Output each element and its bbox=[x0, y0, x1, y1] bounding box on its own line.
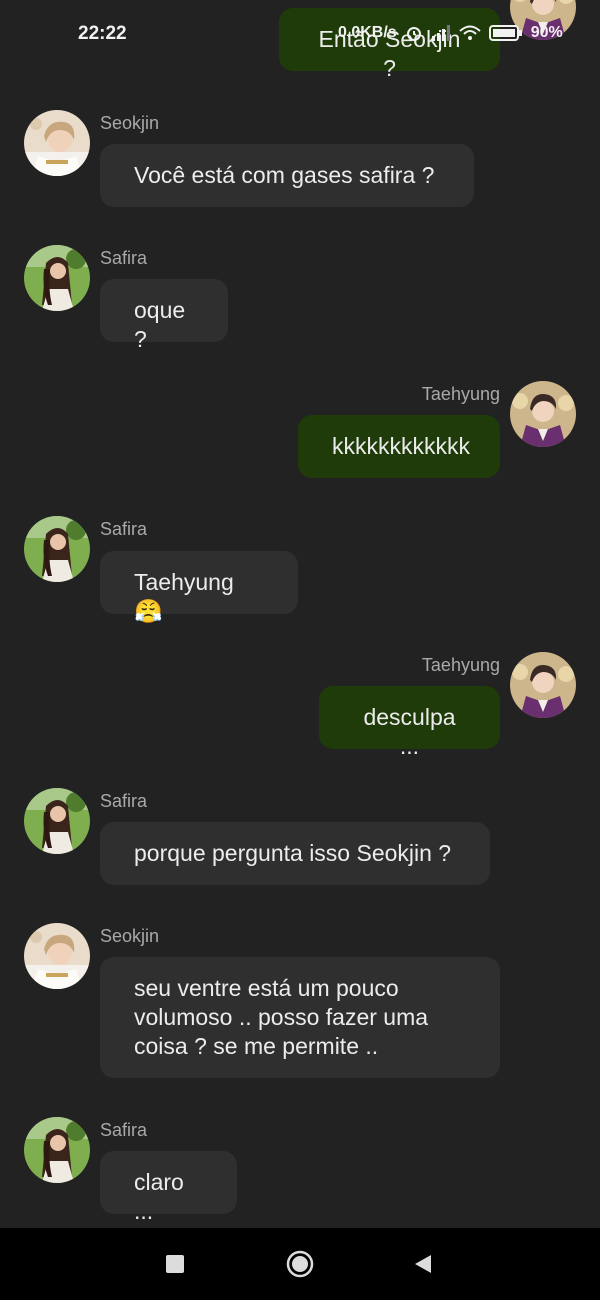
sender-name: Taehyung bbox=[421, 655, 500, 675]
message-text: kkkkkkkkkkkk bbox=[332, 433, 470, 459]
safira-avatar bbox=[24, 1117, 90, 1183]
battery-percent: 90% bbox=[530, 24, 563, 41]
avatar[interactable] bbox=[24, 923, 90, 989]
sender-name: Safira bbox=[100, 248, 148, 268]
status-time: 22:22 bbox=[78, 23, 127, 44]
message-text: claro ... bbox=[134, 1169, 184, 1224]
message-bubble[interactable]: seu ventre está um pouco volumoso .. pos… bbox=[100, 957, 500, 1078]
sender-name: Seokjin bbox=[100, 926, 160, 946]
avatar[interactable] bbox=[510, 381, 576, 447]
message-text: Você está com gases safira ? bbox=[134, 162, 435, 188]
safira-avatar bbox=[24, 788, 90, 854]
seokjin-avatar bbox=[24, 923, 90, 989]
wifi-icon bbox=[459, 25, 481, 41]
avatar[interactable] bbox=[24, 110, 90, 176]
message-bubble[interactable]: desculpa ... bbox=[319, 686, 500, 759]
sender-name: Safira bbox=[100, 1120, 148, 1140]
net-speed: 0,0KB/s bbox=[338, 24, 397, 41]
avatar[interactable] bbox=[510, 652, 576, 718]
avatar[interactable] bbox=[24, 1117, 90, 1183]
message-text: seu ventre está um pouco volumoso .. pos… bbox=[134, 975, 429, 1059]
safira-avatar bbox=[24, 245, 90, 311]
back-button[interactable] bbox=[398, 1228, 448, 1300]
message-text: Taehyung 😤 bbox=[134, 569, 234, 624]
chat-area[interactable]: Então Seokjin ? Seokjin Você está com ga… bbox=[0, 0, 600, 1228]
sender-name: Safira bbox=[100, 791, 148, 811]
alarm-icon bbox=[405, 24, 423, 42]
home-circle-icon bbox=[286, 1250, 314, 1278]
taehyung-avatar bbox=[510, 652, 576, 718]
status-bar: 22:22 0,0KB/s 90% bbox=[0, 0, 600, 70]
message-bubble[interactable]: porque pergunta isso Seokjin ? bbox=[100, 822, 490, 885]
home-button[interactable] bbox=[274, 1228, 326, 1300]
message-bubble[interactable]: Você está com gases safira ? bbox=[100, 144, 474, 207]
message-text: oque ? bbox=[134, 297, 186, 352]
sender-name: Seokjin bbox=[100, 113, 160, 133]
signal-icon bbox=[431, 25, 451, 41]
back-triangle-icon bbox=[415, 1255, 431, 1273]
battery-icon bbox=[488, 25, 523, 41]
message-bubble[interactable]: kkkkkkkkkkkk bbox=[298, 415, 500, 478]
navigation-bar bbox=[0, 1228, 600, 1300]
sender-name: Safira bbox=[100, 519, 148, 539]
recents-square-icon bbox=[166, 1255, 184, 1273]
message-text: porque pergunta isso Seokjin ? bbox=[134, 840, 452, 866]
message-bubble[interactable]: Taehyung 😤 bbox=[100, 551, 298, 624]
taehyung-avatar bbox=[510, 381, 576, 447]
safira-avatar bbox=[24, 516, 90, 582]
seokjin-avatar bbox=[24, 110, 90, 176]
status-icons: 0,0KB/s 90% bbox=[338, 24, 563, 42]
message-bubble[interactable]: claro ... bbox=[100, 1151, 237, 1224]
avatar[interactable] bbox=[24, 516, 90, 582]
avatar[interactable] bbox=[24, 788, 90, 854]
avatar[interactable] bbox=[24, 245, 90, 311]
sender-name: Taehyung bbox=[421, 384, 500, 404]
message-text: desculpa ... bbox=[363, 704, 456, 759]
message-bubble[interactable]: oque ? bbox=[100, 279, 228, 352]
recents-button[interactable] bbox=[150, 1228, 200, 1300]
